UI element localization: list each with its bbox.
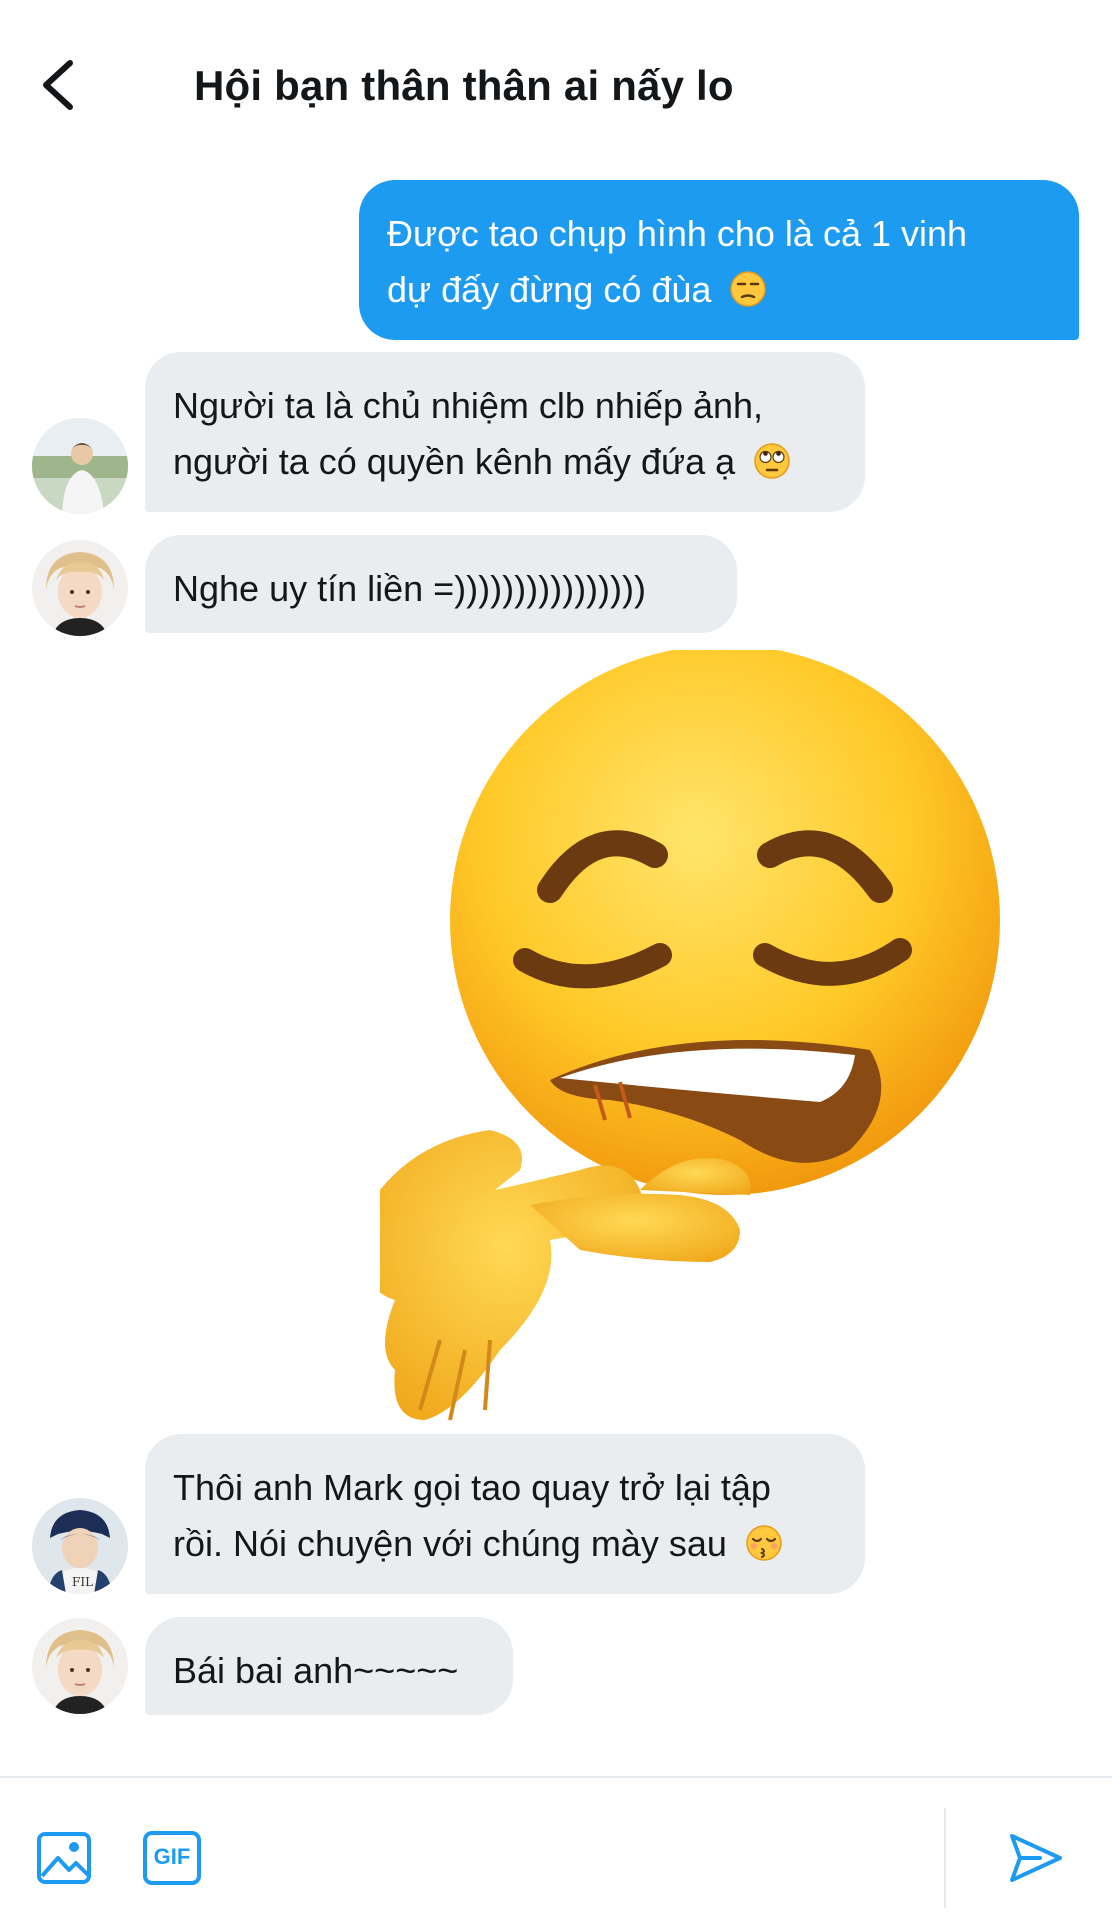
conversation-title: Hội bạn thân thân ai nấy lo	[194, 62, 734, 109]
avatar-photo	[32, 540, 128, 636]
message-line-with-emoji: người ta có quyền kênh mấy đứa ạ	[173, 434, 837, 490]
send-button[interactable]	[1008, 1830, 1064, 1886]
avatar[interactable]	[32, 1618, 128, 1714]
avatar[interactable]	[32, 540, 128, 636]
add-gif-button[interactable]: GIF	[142, 1830, 202, 1886]
message-line-with-emoji: rồi. Nói chuyện với chúng mày sau	[173, 1516, 837, 1572]
back-button[interactable]	[30, 55, 90, 115]
message-line: Được tao chụp hình cho là cả 1 vinh	[387, 213, 968, 254]
sticker-message[interactable]	[372, 645, 1030, 1430]
chevron-left-icon	[43, 60, 73, 110]
face-with-rolling-eyes-icon	[754, 443, 790, 479]
relieved-face-pointing-sticker-icon	[372, 645, 1000, 1421]
composer-separator	[944, 1808, 946, 1908]
dm-conversation-screen: Hội bạn thân thân ai nấy lo Được tao chụ…	[0, 0, 1112, 1920]
message-line: Thôi anh Mark gọi tao quay trở lại tập	[173, 1467, 771, 1508]
message-bubble-incoming[interactable]: Bái bai anh~~~~~	[145, 1617, 513, 1715]
avatar-photo	[32, 1618, 128, 1714]
avatar-photo	[32, 418, 128, 514]
avatar[interactable]	[32, 418, 128, 514]
avatar[interactable]: FIL	[32, 1498, 128, 1594]
message-line: Người ta là chủ nhiệm clb nhiếp ảnh,	[173, 385, 764, 426]
message-line: người ta có quyền kênh mấy đứa ạ	[173, 441, 736, 482]
image-icon	[37, 1832, 91, 1884]
gif-label: GIF	[153, 1844, 191, 1869]
kissing-face-closed-eyes-icon	[746, 1525, 782, 1561]
message-line: Nghe uy tín liền =))))))))))))))))	[173, 568, 646, 609]
message-line: dự đấy đừng có đùa	[387, 269, 712, 310]
message-bubble-outgoing[interactable]: Được tao chụp hình cho là cả 1 vinh dự đ…	[359, 180, 1079, 340]
message-line: Bái bai anh~~~~~	[173, 1650, 459, 1691]
svg-text:FIL: FIL	[72, 1575, 93, 1589]
message-bubble-incoming[interactable]: Nghe uy tín liền =))))))))))))))))	[145, 535, 737, 633]
conversation-header: Hội bạn thân thân ai nấy lo	[0, 0, 1112, 165]
message-bubble-incoming[interactable]: Thôi anh Mark gọi tao quay trở lại tập r…	[145, 1434, 865, 1594]
message-line: rồi. Nói chuyện với chúng mày sau	[173, 1523, 727, 1564]
avatar-photo: FIL	[32, 1498, 128, 1594]
message-line-with-emoji: dự đấy đừng có đùa	[387, 262, 1051, 318]
send-icon	[1010, 1834, 1062, 1882]
message-bubble-incoming[interactable]: Người ta là chủ nhiệm clb nhiếp ảnh, ngư…	[145, 352, 865, 512]
add-image-button[interactable]	[36, 1830, 92, 1886]
unamused-face-icon	[730, 271, 767, 307]
